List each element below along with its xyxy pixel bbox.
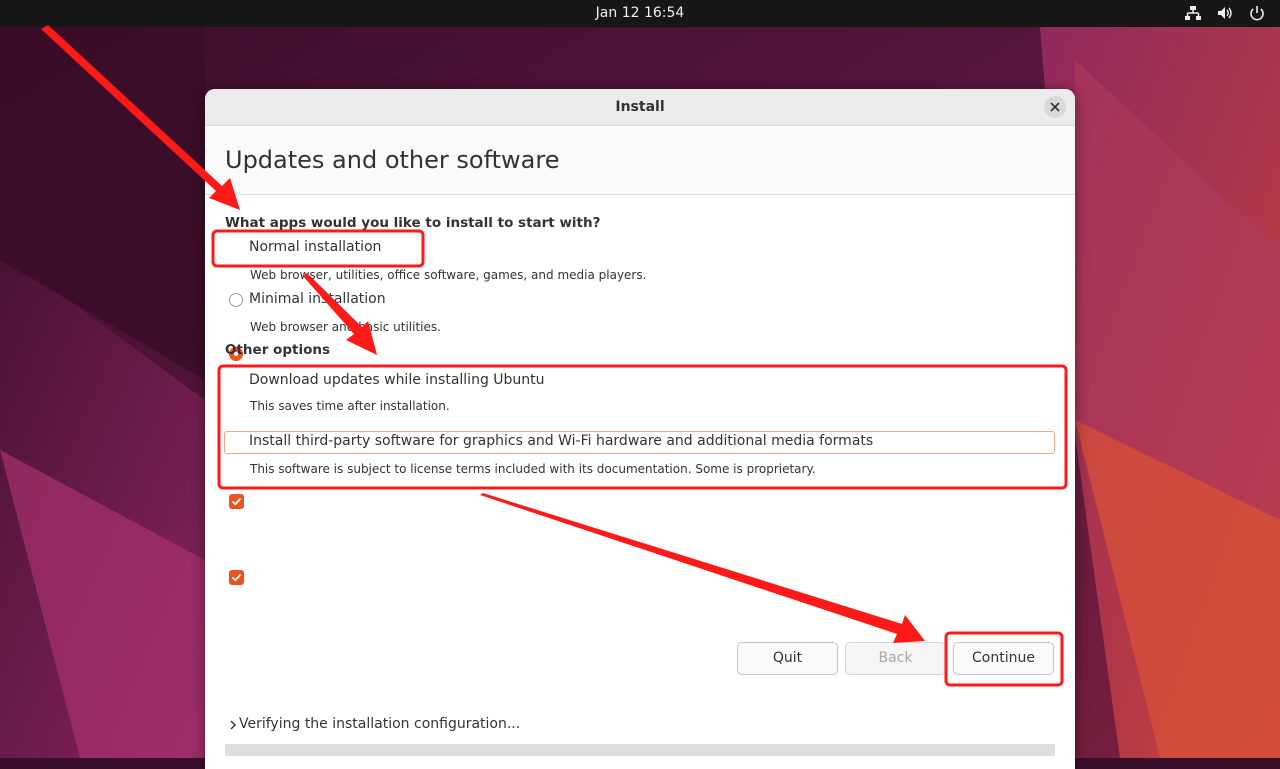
window-titlebar[interactable]: Install <box>205 89 1075 126</box>
system-tray[interactable] <box>1184 4 1266 22</box>
checkmark-icon <box>231 497 242 506</box>
window-title: Install <box>615 99 665 115</box>
checkmark-icon <box>231 573 242 582</box>
continue-button[interactable]: Continue <box>953 642 1054 675</box>
download-updates-checkbox[interactable] <box>229 494 244 509</box>
install-type-question: What apps would you like to install to s… <box>225 215 601 231</box>
page-header: Updates and other software <box>205 126 1075 195</box>
normal-installation-description: Web browser, utilities, office software,… <box>250 268 647 282</box>
page-title: Updates and other software <box>225 146 560 174</box>
progress-bar <box>225 744 1055 756</box>
download-updates-description: This saves time after installation. <box>250 399 450 413</box>
normal-installation-label[interactable]: Normal installation <box>249 239 381 255</box>
third-party-software-description: This software is subject to license term… <box>250 462 816 476</box>
close-icon <box>1050 102 1060 112</box>
status-expander[interactable]: Verifying the installation configuration… <box>229 716 520 732</box>
top-bar: Jan 12 16:54 <box>0 0 1280 27</box>
minimal-installation-label[interactable]: Minimal installation <box>249 291 386 307</box>
clock[interactable]: Jan 12 16:54 <box>0 0 1280 27</box>
back-button[interactable]: Back <box>845 642 946 675</box>
download-updates-label[interactable]: Download updates while installing Ubuntu <box>249 372 545 388</box>
minimal-installation-radio[interactable] <box>229 293 243 307</box>
install-window: Install Updates and other software What … <box>205 89 1075 769</box>
close-button[interactable] <box>1044 96 1066 118</box>
quit-button[interactable]: Quit <box>737 642 838 675</box>
third-party-software-label[interactable]: Install third-party software for graphic… <box>249 433 873 449</box>
third-party-software-checkbox[interactable] <box>229 570 244 585</box>
network-icon[interactable] <box>1184 4 1202 22</box>
minimal-installation-description: Web browser and basic utilities. <box>250 320 441 334</box>
status-text: Verifying the installation configuration… <box>239 716 521 732</box>
volume-icon[interactable] <box>1216 4 1234 22</box>
chevron-right-icon <box>229 716 239 732</box>
other-options-heading: Other options <box>225 342 330 358</box>
power-icon[interactable] <box>1248 4 1266 22</box>
